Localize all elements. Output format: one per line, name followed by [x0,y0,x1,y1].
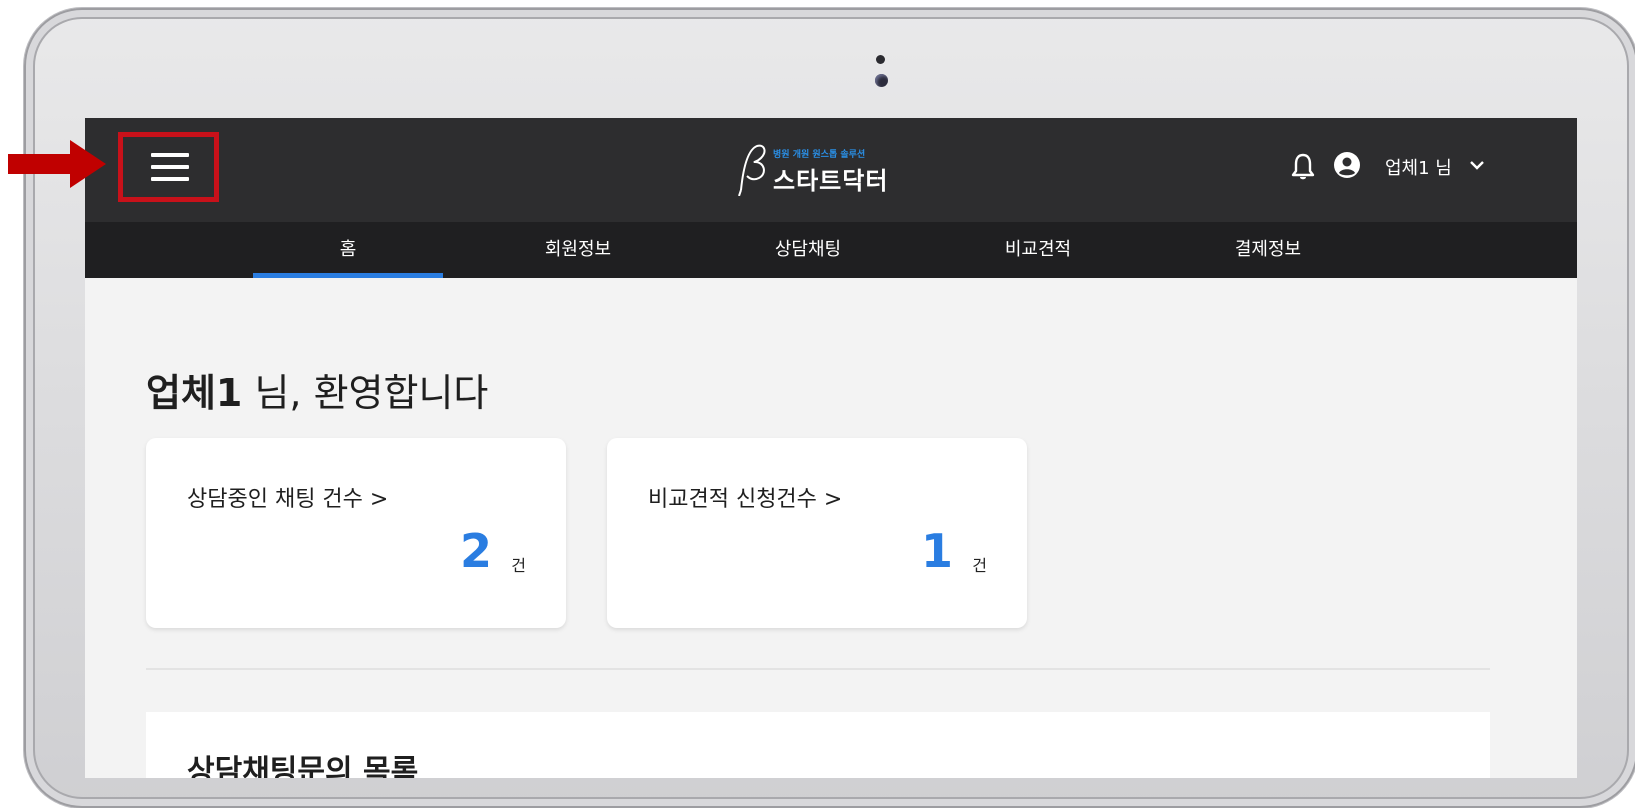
welcome-text: 님, 환영합니다 [242,371,489,415]
logo-mark-icon [738,144,766,196]
logo-name: 스타트닥터 [773,167,889,195]
red-arrow-icon [8,140,106,188]
card-count: 2 [459,524,492,578]
card-unit: 건 [972,556,987,575]
chevron-down-icon[interactable] [1468,156,1486,174]
sensor-dot [876,55,885,64]
tab-member-info[interactable]: 회원정보 [483,224,673,278]
card-count: 1 [920,524,953,578]
welcome-user-name: 업체1 [146,371,243,415]
bell-icon[interactable] [1290,152,1316,182]
section-divider [146,668,1490,670]
user-name[interactable]: 업체1 님 [1385,154,1452,180]
tab-bar: 홈 회원정보 상담채팅 비교견적 결제정보 [85,224,1577,278]
consulting-chat-count-card[interactable]: 상담중인 채팅 건수 > 2 건 [146,438,566,628]
tab-compare-quote[interactable]: 비교견적 [943,224,1133,278]
compare-quote-count-card[interactable]: 비교견적 신청건수 > 1 건 [607,438,1027,628]
menu-highlight-box [118,132,219,202]
tab-consult-chat[interactable]: 상담채팅 [713,224,903,278]
logo-tagline: 병원 개원 원스톱 솔루션 [773,150,866,160]
card-unit: 건 [511,556,526,575]
camera-lens [875,74,888,87]
logo[interactable]: 병원 개원 원스톱 솔루션 스타트닥터 [733,140,913,196]
top-header: 병원 개원 원스톱 솔루션 스타트닥터 업체1 님 [85,118,1577,224]
welcome-heading: 업체1 님, 환영합니다 [146,362,488,417]
tab-home[interactable]: 홈 [253,224,443,278]
tab-payment-info[interactable]: 결제정보 [1173,224,1363,278]
list-title: 상담채팅문의 목록 [187,754,419,778]
card-title[interactable]: 상담중인 채팅 건수 > [187,481,388,513]
app-screen: 병원 개원 원스톱 솔루션 스타트닥터 업체1 님 홈 회원정보 상담채팅 비교… [85,118,1577,778]
card-title[interactable]: 비교견적 신청건수 > [648,481,842,513]
chat-inquiry-list-panel: 상담채팅문의 목록 [146,712,1490,778]
user-circle-icon[interactable] [1333,151,1361,179]
